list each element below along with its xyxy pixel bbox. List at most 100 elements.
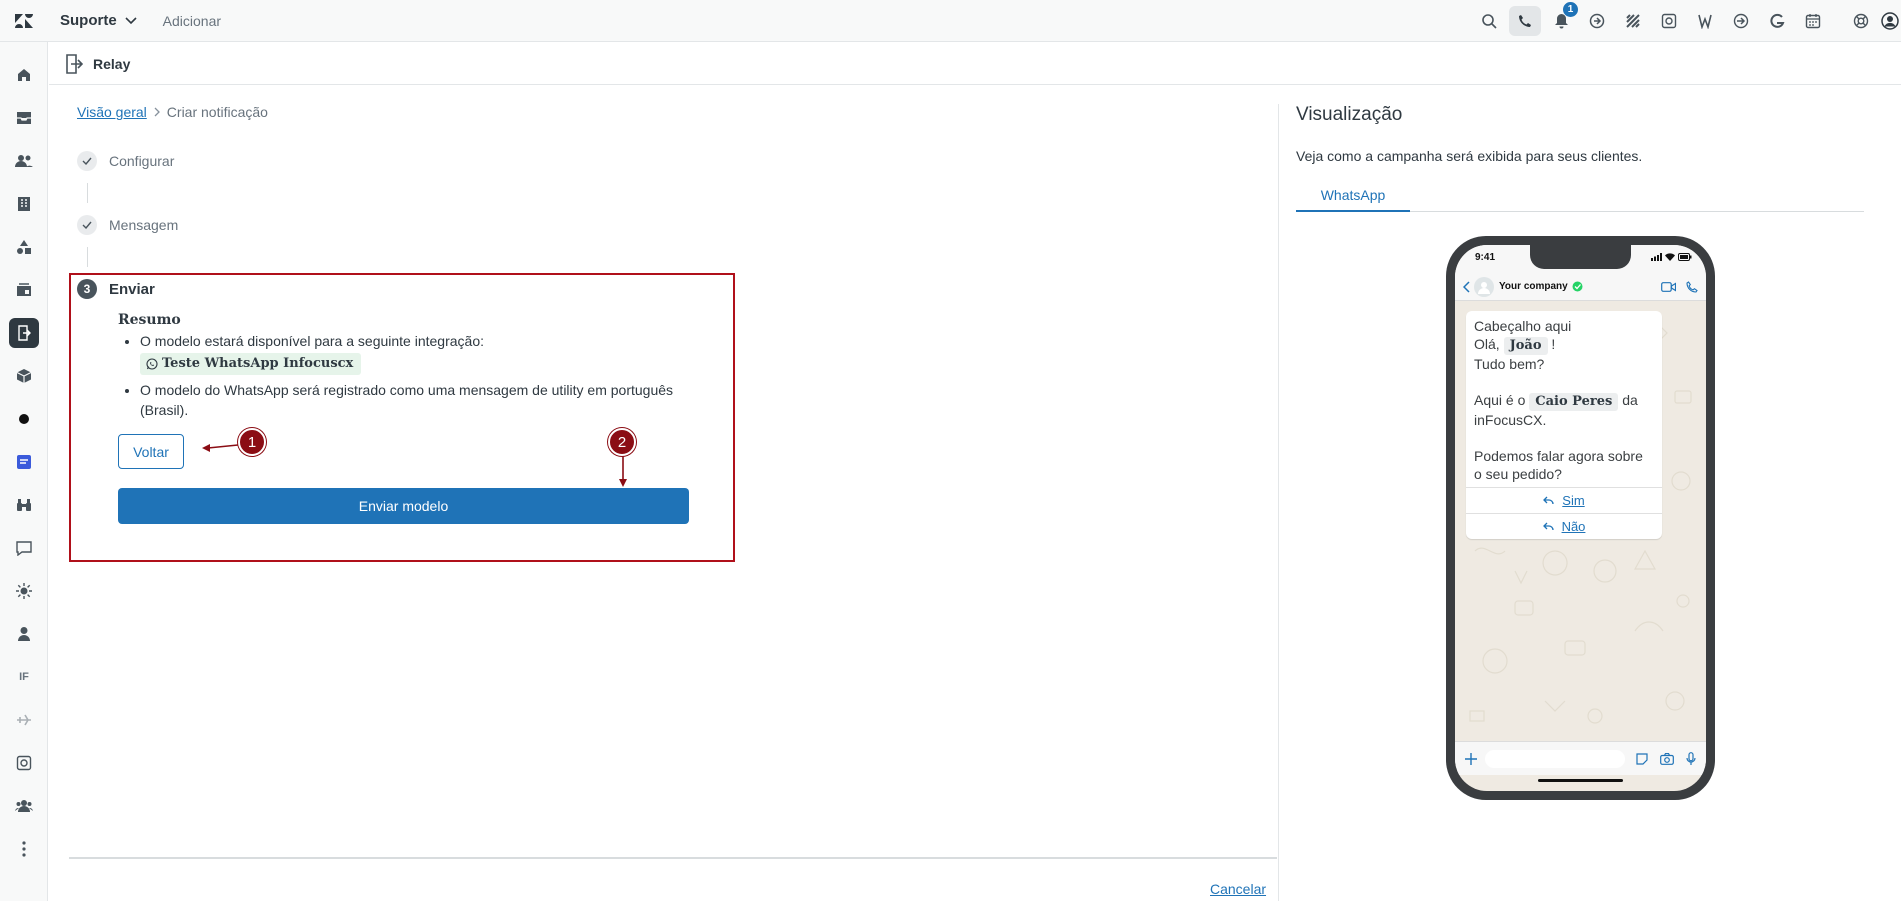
chat-icon[interactable] xyxy=(0,531,48,565)
chevron-right-icon xyxy=(154,107,160,117)
app-title: Relay xyxy=(93,55,131,72)
summary-list: O modelo estará disponível para a seguin… xyxy=(118,331,698,420)
phone-icon[interactable] xyxy=(1509,6,1541,36)
chevron-left-icon[interactable] xyxy=(1463,280,1470,293)
binoculars-icon[interactable] xyxy=(0,488,48,522)
send-template-button[interactable]: Enviar modelo xyxy=(118,488,689,524)
list-item: O modelo do WhatsApp será registrado com… xyxy=(140,380,698,420)
tray-icon[interactable] xyxy=(0,273,48,307)
left-navigation: IF xyxy=(0,42,48,901)
user-avatar-icon[interactable] xyxy=(1879,0,1901,42)
product-label: Suporte xyxy=(60,12,117,29)
reply-icon xyxy=(1543,496,1554,505)
chevron-down-icon xyxy=(125,16,137,24)
grid-icon[interactable] xyxy=(1615,0,1651,42)
summary-item-integration: O modelo estará disponível para a seguin… xyxy=(140,333,484,349)
plus-icon[interactable] xyxy=(1465,752,1477,765)
summary-heading: Resumo xyxy=(118,312,181,328)
top-bar: Suporte Adicionar 1 xyxy=(0,0,1901,42)
annotation-arrow-2 xyxy=(619,455,627,487)
if-app-icon[interactable]: IF xyxy=(0,660,48,694)
check-icon xyxy=(77,215,97,235)
preview-description: Veja como a campanha será exibida para s… xyxy=(1296,148,1643,164)
calendar-icon[interactable] xyxy=(1795,0,1831,42)
product-switcher[interactable]: Suporte xyxy=(60,12,137,29)
summary-item-registration: O modelo do WhatsApp será registrado com… xyxy=(140,382,674,418)
w-icon[interactable] xyxy=(1687,0,1723,42)
message-bubble: Cabeçalho aqui Olá, João ! Tudo bem? Aqu… xyxy=(1466,311,1662,539)
back-button[interactable]: Voltar xyxy=(118,434,184,469)
users-icon[interactable] xyxy=(0,144,48,178)
relay-app-icon xyxy=(65,53,83,74)
voice-call-icon[interactable] xyxy=(1686,280,1698,293)
person-icon[interactable] xyxy=(0,617,48,651)
cancel-link[interactable]: Cancelar xyxy=(1210,881,1266,897)
list-item: O modelo estará disponível para a seguin… xyxy=(140,331,698,379)
notification-badge: 1 xyxy=(1563,2,1578,17)
chat-composer xyxy=(1455,741,1706,775)
home-indicator xyxy=(1538,779,1623,782)
step-message-label: Mensagem xyxy=(109,217,179,233)
wifi-icon xyxy=(1665,253,1675,261)
integration-tag: Teste WhatsApp Infocuscx xyxy=(140,353,362,375)
box-icon[interactable] xyxy=(0,359,48,393)
battery-icon xyxy=(1678,253,1692,261)
sticker-icon[interactable] xyxy=(1636,752,1648,765)
buildings-icon[interactable] xyxy=(0,187,48,221)
contact-name: Your company xyxy=(1499,281,1568,292)
phone-time: 9:41 xyxy=(1475,252,1496,263)
integration-name: Teste WhatsApp Infocuscx xyxy=(162,356,354,371)
signal-icon xyxy=(1651,253,1662,261)
shapes-icon[interactable] xyxy=(0,230,48,264)
bell-icon[interactable]: 1 xyxy=(1543,0,1579,42)
zendesk-logo-icon[interactable] xyxy=(0,0,48,42)
phone-mockup: 9:41 Your company Cabeçalho aqui Olá, Jo… xyxy=(1446,236,1715,800)
greeting-end: ! xyxy=(1551,336,1556,352)
step-message: Mensagem xyxy=(77,215,178,235)
footer-divider xyxy=(69,857,1277,859)
step-send: 3 Enviar xyxy=(77,279,155,299)
arrow-circle-icon[interactable] xyxy=(1723,0,1759,42)
step-send-number: 3 xyxy=(77,279,97,299)
inbox-icon[interactable] xyxy=(0,101,48,135)
microphone-icon[interactable] xyxy=(1686,751,1696,766)
chat-header: Your company xyxy=(1455,273,1706,301)
video-call-icon[interactable] xyxy=(1661,281,1676,292)
camera-icon[interactable] xyxy=(1660,752,1674,765)
contact-avatar-icon xyxy=(1474,276,1494,297)
quick-reply-no[interactable]: Não xyxy=(1466,513,1662,539)
annotation-marker-1: 1 xyxy=(238,428,266,456)
quick-reply-yes-label: Sim xyxy=(1562,493,1585,508)
message-header: Cabeçalho aqui xyxy=(1474,318,1572,334)
search-icon[interactable] xyxy=(1471,0,1507,42)
preview-tabs: WhatsApp xyxy=(1296,180,1864,212)
message-input[interactable] xyxy=(1485,749,1625,768)
photo-icon[interactable] xyxy=(1651,0,1687,42)
company-line: inFocusCX. xyxy=(1474,412,1547,428)
g-icon[interactable] xyxy=(1759,0,1795,42)
app-icon[interactable] xyxy=(1579,0,1615,42)
group-icon[interactable] xyxy=(0,789,48,823)
phone-notch xyxy=(1530,245,1631,269)
dot-icon[interactable] xyxy=(0,402,48,436)
step-configure-label: Configurar xyxy=(109,153,175,169)
app-header: Relay xyxy=(49,43,1901,85)
tab-whatsapp[interactable]: WhatsApp xyxy=(1296,180,1410,212)
annotation-marker-2: 2 xyxy=(608,428,636,456)
breadcrumb-overview-link[interactable]: Visão geral xyxy=(77,104,147,120)
plane-icon[interactable] xyxy=(0,703,48,737)
blue-app-icon[interactable] xyxy=(0,445,48,479)
lifebuoy-icon[interactable] xyxy=(1843,0,1879,42)
more-icon[interactable] xyxy=(0,832,48,866)
step-connector xyxy=(87,183,88,203)
add-button[interactable]: Adicionar xyxy=(163,13,221,29)
sun-icon[interactable] xyxy=(0,574,48,608)
message-line: Tudo bem? xyxy=(1474,356,1545,372)
home-icon[interactable] xyxy=(0,58,48,92)
summary-section: Resumo O modelo estará disponível para a… xyxy=(118,312,698,421)
relay-icon[interactable] xyxy=(0,316,48,350)
name-variable: João xyxy=(1503,337,1548,355)
quick-reply-yes[interactable]: Sim xyxy=(1466,487,1662,513)
image-icon[interactable] xyxy=(0,746,48,780)
question-text: Podemos falar agora sobre o seu pedido? xyxy=(1474,448,1643,482)
